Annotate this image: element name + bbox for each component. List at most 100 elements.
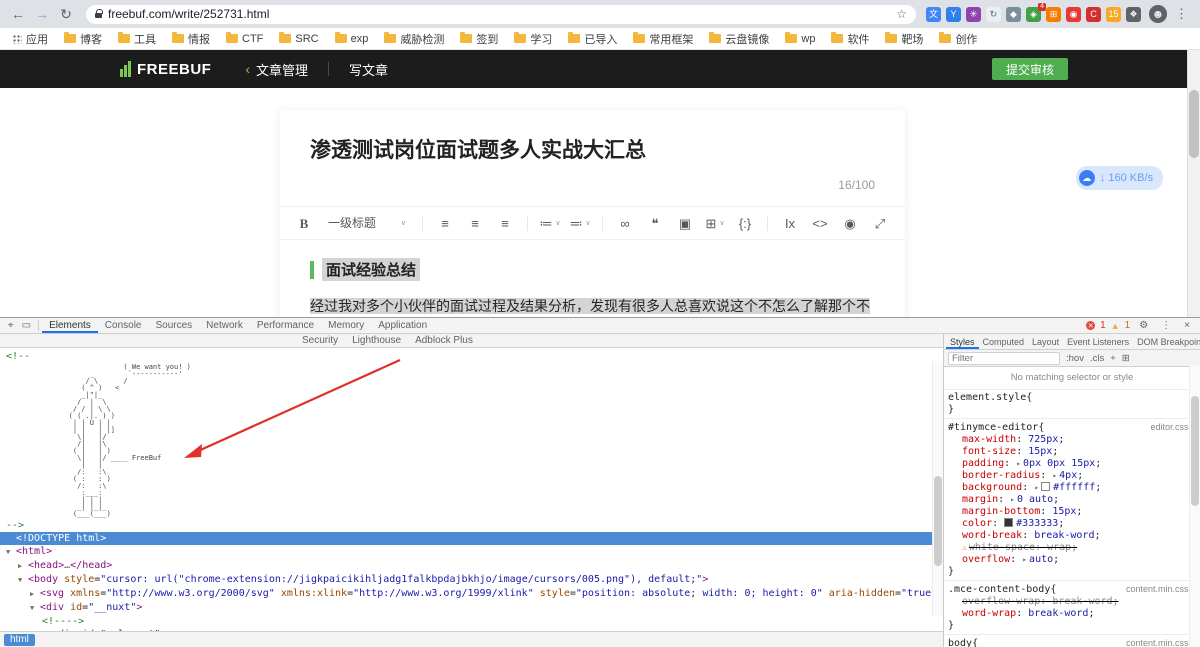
rule-selector[interactable]: .mce-content-body — [948, 584, 1050, 596]
toggle-element-state-button[interactable]: :hov — [1066, 353, 1084, 364]
stylesheet-link[interactable]: content.min.css:7 — [1120, 637, 1196, 647]
nav-article-manage[interactable]: 文章管理 — [256, 60, 308, 79]
bookmark-item[interactable]: 工具 — [118, 31, 156, 47]
freebuf-logo-text[interactable]: FREEBUF — [137, 61, 211, 78]
bookmark-item[interactable]: 应用 — [12, 31, 48, 47]
page-scrollbar-thumb[interactable] — [1189, 90, 1199, 158]
css-property[interactable]: word-break: break-word; — [948, 530, 1196, 542]
sidebar-tab-styles[interactable]: Styles — [946, 334, 979, 349]
sidebar-tab-computed[interactable]: Computed — [979, 334, 1029, 349]
devtools-tab-console[interactable]: Console — [98, 318, 149, 333]
element-node[interactable]: ▶ <head>…</head> — [6, 559, 943, 573]
styles-scrollbar[interactable] — [1189, 366, 1200, 647]
devtools-tab-network[interactable]: Network — [199, 318, 250, 333]
clear-format-button[interactable]: Ix — [776, 212, 804, 234]
css-property[interactable]: ⚠ white-space: wrap; — [948, 542, 1196, 554]
css-property[interactable]: overflow: ▸ auto; — [948, 554, 1196, 566]
styles-filter-input[interactable] — [948, 351, 1060, 365]
devtools-tab-elements[interactable]: Elements — [42, 318, 98, 333]
bookmark-item[interactable]: CTF — [226, 32, 263, 45]
inspect-element-icon[interactable]: ⌖ — [4, 320, 18, 331]
fullscreen-button[interactable]: ⤢ — [866, 212, 894, 234]
bookmark-item[interactable]: 已导入 — [568, 31, 617, 47]
extension-icon-yellow[interactable]: 15 — [1106, 6, 1121, 22]
grid-overlay-icon[interactable]: ⊞ — [1122, 353, 1130, 364]
devtools-tab-sources[interactable]: Sources — [148, 318, 199, 333]
styles-scrollbar-thumb[interactable] — [1191, 396, 1199, 506]
browser-menu-button[interactable]: ⋮ — [1171, 6, 1192, 22]
css-property[interactable]: max-width: 725px; — [948, 434, 1196, 446]
align-right-button[interactable]: ≡ — [491, 212, 519, 234]
source-code-button[interactable]: <> — [806, 212, 834, 234]
article-title-input[interactable]: 渗透测试岗位面试题多人实战大汇总 — [310, 134, 875, 164]
quote-button[interactable]: ❝ — [641, 212, 669, 234]
bookmark-item[interactable]: 云盘镜像 — [709, 31, 769, 47]
css-property[interactable]: background: ▸ #ffffff; — [948, 482, 1196, 494]
extension-icon-orange-grid[interactable]: ⊞ — [1046, 6, 1061, 22]
extension-icon-red[interactable]: ◉ — [1066, 6, 1081, 22]
download-speed-badge[interactable]: ☁ ↓ 160 KB/s — [1075, 166, 1163, 190]
back-button[interactable]: ← — [8, 6, 28, 22]
elements-scrollbar-thumb[interactable] — [934, 475, 942, 566]
bookmark-item[interactable]: 威胁检测 — [384, 31, 444, 47]
extension-icon-sync[interactable]: ↻ — [986, 6, 1001, 22]
align-center-button[interactable]: ≡ — [461, 212, 489, 234]
code-block-button[interactable]: {:} — [731, 212, 759, 234]
bookmark-star-icon[interactable]: ☆ — [896, 7, 907, 21]
translate-extension-icon[interactable]: 文 — [926, 6, 941, 22]
rule-selector[interactable]: body — [948, 638, 972, 647]
devtools-menu-icon[interactable]: ⋮ — [1157, 320, 1175, 331]
css-property[interactable]: font-size: 15px; — [948, 446, 1196, 458]
devtools-close-icon[interactable]: × — [1180, 320, 1194, 331]
css-property[interactable]: overflow-wrap: break-word; — [948, 596, 1196, 608]
url-text[interactable]: freebuf.com/write/252731.html — [108, 7, 890, 21]
bookmark-item[interactable]: 软件 — [831, 31, 869, 47]
bookmark-item[interactable]: 情报 — [172, 31, 210, 47]
bookmark-item[interactable]: exp — [334, 32, 368, 45]
extension-icon-cola[interactable]: C — [1086, 6, 1101, 22]
preview-button[interactable]: ◉ — [836, 212, 864, 234]
devtools-tab-application[interactable]: Application — [371, 318, 434, 333]
devtools-tab-adblock-plus[interactable]: Adblock Plus — [408, 334, 480, 347]
new-style-rule-button[interactable]: + — [1110, 353, 1116, 364]
reload-button[interactable]: ↻ — [56, 6, 76, 23]
bookmark-item[interactable]: 学习 — [514, 31, 552, 47]
nav-write-article[interactable]: 写文章 — [349, 60, 388, 79]
forward-button[interactable]: → — [32, 6, 52, 22]
devtools-tab-security[interactable]: Security — [295, 334, 345, 347]
back-chevron-icon[interactable]: ‹ — [245, 61, 250, 77]
bold-button[interactable]: B — [290, 212, 318, 234]
bookmark-item[interactable]: 靶场 — [885, 31, 923, 47]
devtools-tab-memory[interactable]: Memory — [321, 318, 371, 333]
css-property[interactable]: word-wrap: break-word; — [948, 608, 1196, 620]
breadcrumb-item-html[interactable]: html — [4, 633, 35, 646]
devtools-tab-lighthouse[interactable]: Lighthouse — [345, 334, 408, 347]
sidebar-tab-event-listeners[interactable]: Event Listeners — [1063, 334, 1133, 349]
sidebar-tab-layout[interactable]: Layout — [1028, 334, 1063, 349]
comment-open[interactable]: <!-- — [6, 350, 943, 363]
device-toolbar-icon[interactable]: ▭ — [18, 320, 35, 331]
extension-icon-green[interactable]: ◈ 4 — [1026, 2, 1046, 22]
bookmark-item[interactable]: wp — [785, 32, 815, 45]
element-node[interactable]: ▼ <html> — [6, 545, 943, 559]
elements-scrollbar[interactable] — [932, 361, 943, 616]
css-property[interactable]: border-radius: ▸ 4px; — [948, 470, 1196, 482]
bookmark-item[interactable]: 创作 — [939, 31, 977, 47]
devtools-settings-icon[interactable]: ⚙ — [1135, 320, 1152, 331]
bookmark-item[interactable]: 博客 — [64, 31, 102, 47]
element-node[interactable]: <!----> — [6, 615, 943, 628]
page-scrollbar[interactable] — [1187, 50, 1200, 317]
element-node[interactable]: ▶ <svg xmlns="http://www.w3.org/2000/svg"… — [6, 587, 943, 601]
image-button[interactable]: ▣ — [671, 212, 699, 234]
element-node[interactable]: ▼ <div id="__nuxt"> — [6, 601, 943, 615]
element-node[interactable]: ▼<div id="__layout"> — [6, 628, 943, 631]
elements-tree[interactable]: <!-- ( We want you! ) _ `-----------' / … — [0, 348, 943, 631]
link-button[interactable]: ∞ — [611, 212, 639, 234]
bookmark-item[interactable]: 常用框架 — [633, 31, 693, 47]
bookmark-item[interactable]: 签到 — [460, 31, 498, 47]
submit-review-button[interactable]: 提交审核 — [991, 58, 1068, 80]
doctype-node-selected[interactable]: <!DOCTYPE html> — [0, 532, 943, 545]
css-property[interactable]: margin-bottom: 15px; — [948, 506, 1196, 518]
freebuf-logo-icon[interactable] — [120, 61, 131, 77]
content-heading[interactable]: 面试经验总结 — [322, 258, 421, 281]
